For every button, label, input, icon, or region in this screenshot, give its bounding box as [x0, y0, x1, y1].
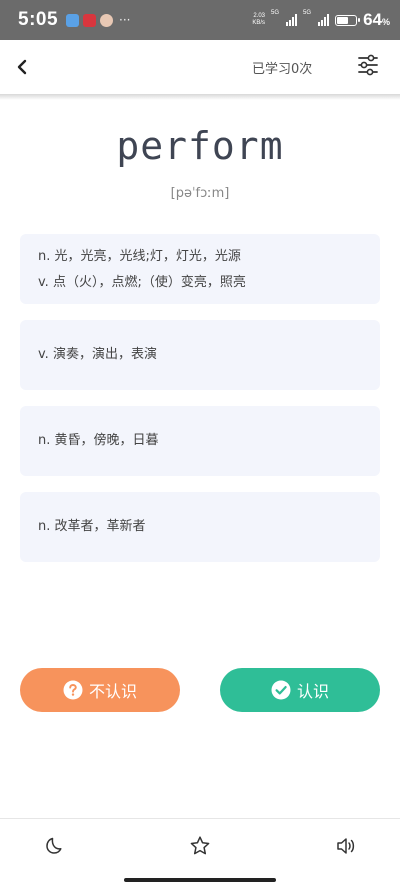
- speaker-icon: [337, 838, 355, 854]
- know-button[interactable]: 认识: [220, 668, 380, 712]
- battery-icon: [335, 14, 361, 26]
- chevron-left-icon: [17, 59, 27, 75]
- dont-know-label: 不认识: [88, 682, 137, 701]
- favorite-button[interactable]: [186, 832, 214, 860]
- bottom-divider: [0, 818, 400, 819]
- sliders-icon: [358, 54, 378, 76]
- meaning-line: v. 演奏，演出，表演: [38, 347, 157, 362]
- meaning-option-4[interactable]: n. 改革者，革新者: [20, 492, 380, 562]
- signal-2-label: 5G: [303, 10, 312, 16]
- meaning-line: n. 黄昏，傍晚，日暮: [38, 433, 159, 448]
- network-speed: 2.03 KB/s: [252, 13, 266, 26]
- header-divider: [0, 94, 400, 100]
- vocabulary-word: perform: [116, 124, 284, 168]
- meaning-line: v. 点（火），点燃;（使）变亮，照亮: [38, 275, 246, 290]
- phonetic-transcription[interactable]: [pəˈfɔːm]: [0, 186, 400, 201]
- status-time: 5:05: [18, 9, 59, 30]
- meaning-option-1[interactable]: n. 光，光亮，光线;灯，灯光，光源 v. 点（火），点燃;（使）变亮，照亮: [20, 234, 380, 304]
- meaning-line: n. 光，光亮，光线;灯，灯光，光源: [38, 249, 241, 264]
- meaning-line: n. 改革者，革新者: [38, 519, 146, 534]
- back-button[interactable]: [8, 52, 36, 82]
- question-circle-icon: [63, 680, 83, 700]
- video-app-icon: [83, 13, 97, 27]
- battery-percent: 64%: [363, 10, 390, 29]
- home-indicator[interactable]: [124, 878, 276, 882]
- gallery-app-icon: [66, 13, 80, 27]
- signal-1-label: 5G: [271, 10, 280, 16]
- signal-1-icon: [286, 14, 298, 26]
- notification-icons: ···: [66, 13, 130, 27]
- meaning-option-3[interactable]: n. 黄昏，傍晚，日暮: [20, 406, 380, 476]
- night-mode-button[interactable]: [40, 832, 68, 860]
- meaning-option-2[interactable]: v. 演奏，演出，表演: [20, 320, 380, 390]
- settings-button[interactable]: [356, 54, 384, 80]
- signal-2-icon: [318, 14, 330, 26]
- star-icon: [190, 836, 210, 855]
- moon-icon: [46, 837, 62, 854]
- know-label: 认识: [296, 682, 329, 701]
- pronounce-button[interactable]: [332, 832, 360, 860]
- status-bar: 5:05 ··· 2.03 KB/s 5G 5G 64%: [0, 0, 400, 40]
- learned-count: 已学习0次: [252, 62, 313, 77]
- top-bar: 已学习0次: [0, 40, 400, 94]
- avatar-app-icon: [100, 13, 114, 27]
- more-notifications-icon: ···: [119, 13, 131, 27]
- dont-know-button[interactable]: 不认识: [20, 668, 180, 712]
- check-circle-icon: [271, 680, 291, 700]
